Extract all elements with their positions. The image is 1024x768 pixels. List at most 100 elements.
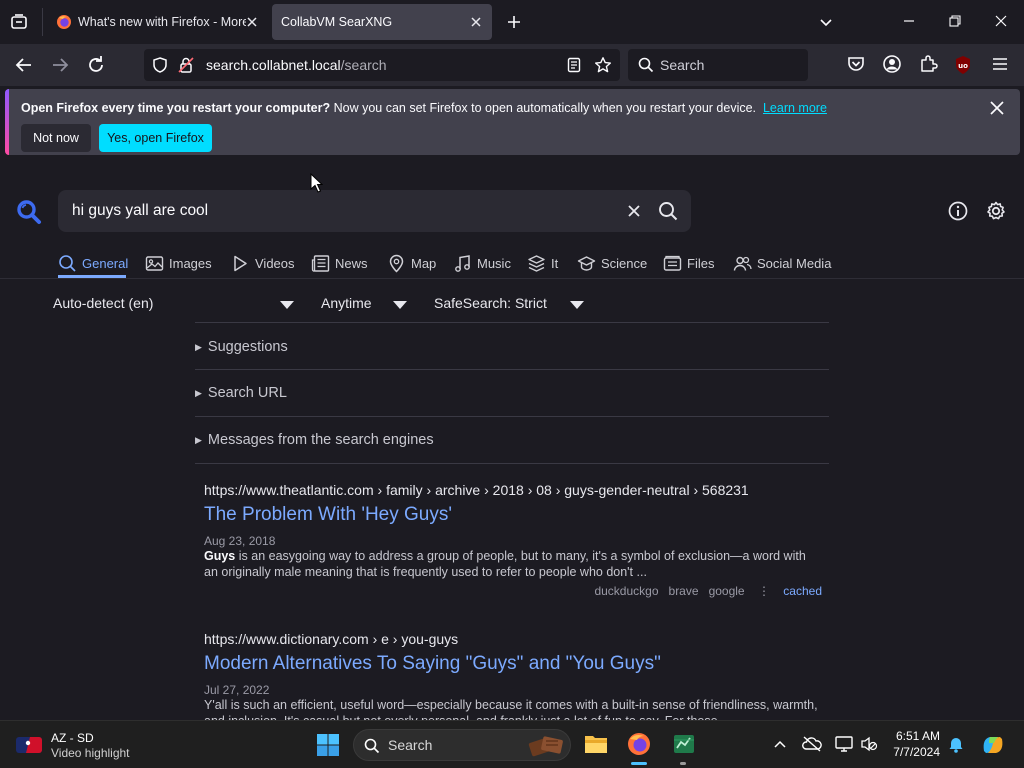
tab-map[interactable]: Map (387, 251, 436, 275)
tab-strip: What's new with Firefox - More CollabVM … (0, 0, 1024, 44)
tab-science[interactable]: Science (577, 251, 647, 275)
tab-whats-new[interactable]: What's new with Firefox - More (48, 4, 268, 40)
mouse-cursor (310, 173, 323, 193)
snippet-highlight: Guys (204, 549, 236, 563)
suggestions-toggle[interactable]: ▶ Suggestions (195, 339, 288, 355)
tab-images[interactable]: Images (145, 251, 212, 275)
divider (195, 322, 829, 323)
divider (195, 463, 829, 464)
close-tab-icon[interactable] (244, 14, 260, 30)
copilot-icon[interactable] (980, 733, 1006, 757)
chevron-down-icon[interactable] (570, 301, 584, 309)
tab-it[interactable]: It (527, 251, 558, 275)
taskbar-search-placeholder: Search (388, 737, 433, 753)
result-date: Jul 27, 2022 (204, 683, 270, 697)
file-explorer-icon[interactable] (584, 733, 608, 755)
divider (195, 416, 829, 417)
address-bar[interactable]: search.collabnet.local/search (144, 49, 620, 81)
chevron-down-icon[interactable] (818, 14, 834, 30)
search-url-toggle[interactable]: ▶ Search URL (195, 385, 287, 401)
tab-files[interactable]: Files (663, 251, 714, 275)
category-label: Videos (255, 255, 295, 271)
tab-videos[interactable]: Videos (231, 251, 295, 275)
url-text: search.collabnet.local/search (206, 57, 387, 73)
search-query-input[interactable]: hi guys yall are cool (72, 202, 208, 220)
category-label: General (82, 255, 129, 271)
menu-hamburger-icon[interactable] (989, 53, 1013, 77)
insecure-lock-icon[interactable] (177, 56, 195, 74)
windows-start-icon[interactable] (316, 733, 340, 757)
engine-name: brave (668, 584, 699, 598)
tab-general[interactable]: General (58, 251, 128, 275)
minimize-icon[interactable] (902, 14, 916, 28)
tab-social-media[interactable]: Social Media (733, 251, 831, 275)
map-pin-icon (389, 254, 404, 273)
notification-bold-text: Open Firefox every time you restart your… (21, 101, 331, 115)
notification-accent (5, 89, 9, 155)
language-select[interactable]: Auto-detect (en) (53, 295, 153, 311)
new-tab-icon[interactable] (506, 14, 522, 30)
search-query-box[interactable]: hi guys yall are cool (58, 190, 691, 232)
list-all-tabs-icon[interactable] (10, 13, 28, 31)
close-tab-icon[interactable] (468, 14, 484, 30)
tab-collabvm-searxng[interactable]: CollabVM SearXNG (272, 4, 492, 40)
searxng-page: hi guys yall are cool General Images Vid… (0, 158, 1024, 720)
running-app-indicator (680, 762, 686, 765)
restore-icon[interactable] (948, 14, 962, 28)
search-bar[interactable]: Search (628, 49, 808, 81)
weather-widget[interactable]: AZ - SD Video highlight (16, 729, 156, 761)
settings-gear-icon[interactable] (985, 200, 1007, 222)
reader-view-icon[interactable] (566, 57, 582, 73)
info-icon[interactable] (948, 201, 968, 221)
notification-bell-icon[interactable] (948, 735, 964, 753)
engine-name: google (708, 584, 745, 598)
chevron-down-icon[interactable] (393, 301, 407, 309)
tab-news[interactable]: News (311, 251, 368, 275)
category-label: Images (169, 255, 212, 271)
close-notification-icon[interactable] (989, 100, 1005, 116)
category-label: It (551, 255, 559, 271)
chevron-down-icon[interactable] (280, 301, 294, 309)
safesearch-select[interactable]: SafeSearch: Strict (434, 295, 547, 311)
network-icon[interactable] (834, 735, 854, 753)
notification-text: Now you can set Firefox to open automati… (330, 101, 757, 115)
notification-message: Open Firefox every time you restart your… (21, 101, 827, 115)
chevron-up-icon[interactable] (773, 737, 787, 751)
not-now-button[interactable]: Not now (21, 124, 91, 152)
submit-search-icon[interactable] (658, 201, 678, 221)
url-domain: search.collabnet.local (206, 57, 341, 73)
onedrive-icon[interactable] (802, 735, 822, 753)
tab-music[interactable]: Music (453, 251, 511, 275)
learn-more-link[interactable]: Learn more (763, 101, 827, 115)
back-icon[interactable] (12, 53, 36, 77)
time-range-select[interactable]: Anytime (321, 295, 372, 311)
active-app-indicator (631, 762, 647, 765)
extensions-puzzle-icon[interactable] (917, 53, 941, 77)
close-window-icon[interactable] (994, 14, 1008, 28)
result-url[interactable]: https://www.theatlantic.com › family › a… (204, 482, 749, 498)
result-url[interactable]: https://www.dictionary.com › e › you-guy… (204, 631, 458, 647)
firefox-taskbar-icon[interactable] (627, 732, 651, 756)
tracking-protection-shield-icon[interactable] (151, 56, 169, 74)
taskbar-search-box[interactable]: Search (353, 729, 571, 761)
clear-query-icon[interactable] (627, 204, 641, 218)
clock-time[interactable]: 6:51 AM (894, 729, 940, 743)
cached-link[interactable]: cached (783, 584, 822, 598)
layers-icon (528, 254, 545, 272)
volume-muted-icon[interactable] (860, 736, 878, 752)
category-label: Files (687, 255, 715, 271)
account-icon[interactable] (881, 53, 905, 77)
ublock-origin-icon[interactable]: uo (953, 55, 977, 79)
spreadsheet-app-icon[interactable] (672, 732, 696, 756)
clock-date[interactable]: 7/7/2024 (886, 745, 940, 759)
result-title-link[interactable]: The Problem With 'Hey Guys' (204, 504, 452, 526)
result-title-link[interactable]: Modern Alternatives To Saying "Guys" and… (204, 653, 661, 675)
searxng-logo-icon[interactable] (16, 199, 42, 225)
science-icon (577, 255, 596, 271)
reload-icon[interactable] (84, 53, 108, 77)
bookmark-star-icon[interactable] (594, 56, 612, 74)
pocket-icon[interactable] (845, 53, 869, 77)
engine-messages-toggle[interactable]: ▶ Messages from the search engines (195, 432, 434, 448)
windows-taskbar: AZ - SD Video highlight Search 6:51 AM 7… (0, 720, 1024, 768)
yes-open-firefox-button[interactable]: Yes, open Firefox (99, 124, 212, 152)
